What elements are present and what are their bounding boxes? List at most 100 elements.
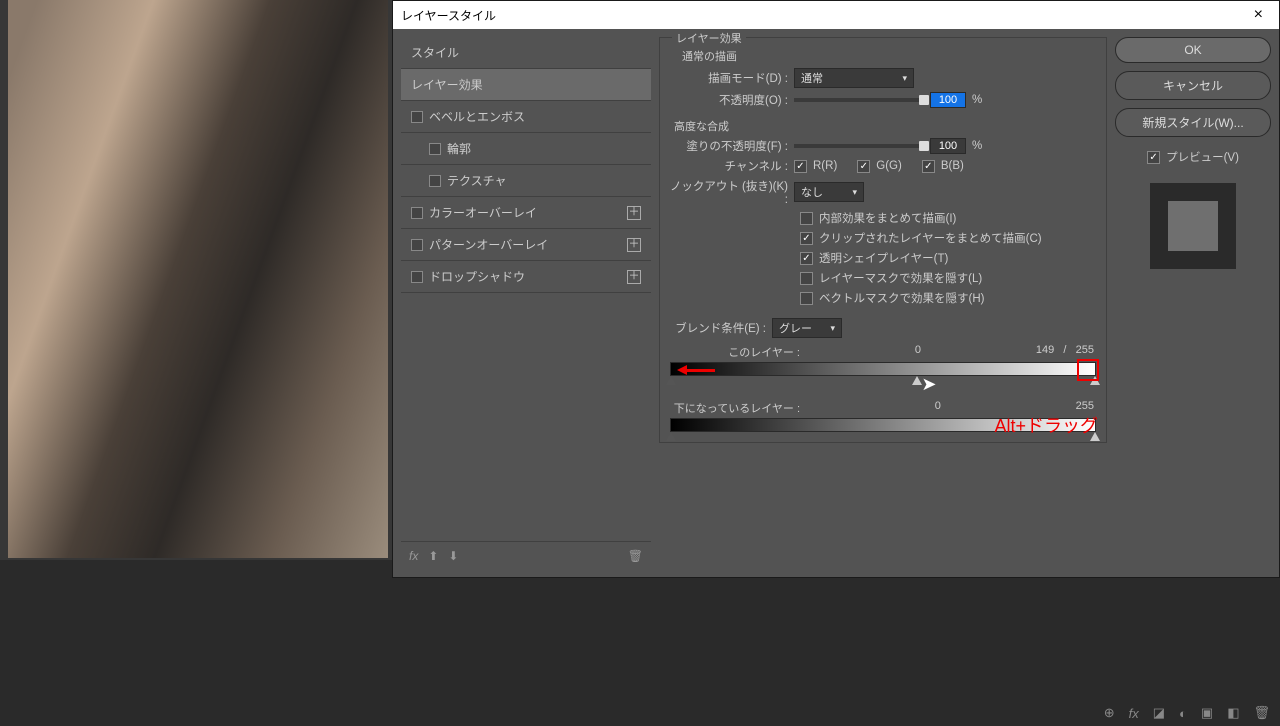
style-list-footer: fx ⬆ ⬇ 🗑 — [401, 541, 651, 569]
preview-swatch — [1150, 183, 1236, 269]
channel-g-checkbox[interactable] — [857, 160, 870, 173]
group-icon[interactable]: ▣ — [1201, 705, 1213, 721]
layer-style-dialog: レイヤースタイル × スタイル レイヤー効果 ベベルとエンボス 輪郭 テクスチャ… — [392, 0, 1280, 578]
trash-icon[interactable]: 🗑 — [1253, 705, 1270, 721]
styles-header[interactable]: スタイル — [401, 37, 651, 69]
main-panel: レイヤー効果 通常の描画 描画モード(D) : 通常 ▾ 不透明度(O) : %… — [659, 37, 1107, 569]
drop-shadow-checkbox[interactable] — [411, 271, 423, 283]
blending-options-label: レイヤー効果 — [411, 76, 483, 93]
texture-item[interactable]: テクスチャ — [401, 165, 651, 197]
opacity-label: 不透明度(O) : — [670, 92, 788, 108]
texture-label: テクスチャ — [447, 172, 507, 189]
new-style-button[interactable]: 新規スタイル(W)... — [1115, 108, 1271, 137]
layer-mask-hides-checkbox[interactable] — [800, 272, 813, 285]
move-down-icon[interactable]: ⬇ — [448, 549, 458, 563]
dialog-titlebar: レイヤースタイル × — [393, 1, 1279, 29]
blend-interior-label: 内部効果をまとめて描画(I) — [819, 210, 956, 226]
color-overlay-item[interactable]: カラーオーバーレイ ＋ — [401, 197, 651, 229]
vector-mask-hides-checkbox[interactable] — [800, 292, 813, 305]
opacity-slider[interactable] — [794, 98, 924, 102]
this-layer-blend: このレイヤー : 0 149 / 255 ➤ — [670, 344, 1096, 394]
close-icon[interactable]: × — [1246, 6, 1271, 24]
preview-checkbox[interactable] — [1147, 151, 1160, 164]
pattern-overlay-label: パターンオーバーレイ — [429, 236, 548, 253]
document-image — [8, 0, 388, 558]
layers-panel-footer: ⊕ fx ◪ ◐ ▣ ◧ 🗑 — [960, 700, 1280, 726]
general-blending-title: レイヤー効果 — [672, 30, 746, 46]
knockout-value: なし — [801, 184, 823, 200]
knockout-select[interactable]: なし ▾ — [794, 182, 864, 202]
fx-icon[interactable]: fx — [1129, 706, 1139, 721]
texture-checkbox[interactable] — [429, 175, 441, 187]
dialog-button-column: OK キャンセル 新規スタイル(W)... プレビュー(V) — [1115, 37, 1271, 569]
color-overlay-label: カラーオーバーレイ — [429, 204, 537, 221]
channels-label: チャンネル : — [670, 158, 788, 174]
drop-shadow-item[interactable]: ドロップシャドウ ＋ — [401, 261, 651, 293]
blend-mode-select[interactable]: 通常 ▾ — [794, 68, 914, 88]
add-drop-shadow-icon[interactable]: ＋ — [627, 270, 641, 284]
opacity-percent: % — [972, 94, 982, 106]
this-layer-gradient[interactable] — [670, 362, 1096, 376]
blend-clipped-checkbox[interactable] — [800, 232, 813, 245]
chevron-down-icon: ▾ — [852, 187, 857, 198]
link-icon[interactable]: ⊕ — [1104, 705, 1115, 721]
bevel-emboss-item[interactable]: ベベルとエンボス — [401, 101, 651, 133]
this-layer-split: 149 — [1036, 344, 1054, 356]
contour-label: 輪郭 — [447, 140, 471, 157]
blend-if-label: ブレンド条件(E) : — [670, 320, 766, 336]
color-overlay-checkbox[interactable] — [411, 207, 423, 219]
normal-blending-label: 通常の描画 — [682, 48, 1096, 64]
drop-shadow-label: ドロップシャドウ — [429, 268, 525, 285]
opacity-input[interactable] — [930, 92, 966, 108]
contour-item[interactable]: 輪郭 — [401, 133, 651, 165]
bevel-checkbox[interactable] — [411, 111, 423, 123]
underlying-black-handle[interactable] — [666, 432, 676, 441]
pattern-overlay-checkbox[interactable] — [411, 239, 423, 251]
general-blending-group: レイヤー効果 通常の描画 描画モード(D) : 通常 ▾ 不透明度(O) : %… — [659, 37, 1107, 443]
vector-mask-hides-label: ベクトルマスクで効果を隠す(H) — [819, 290, 984, 306]
blend-mode-label: 描画モード(D) : — [670, 70, 788, 86]
mask-icon[interactable]: ◪ — [1153, 705, 1165, 721]
blend-if-select[interactable]: グレー ▾ — [772, 318, 842, 338]
fill-opacity-label: 塗りの不透明度(F) : — [670, 138, 788, 154]
chevron-down-icon: ▾ — [902, 73, 907, 84]
blend-if-value: グレー — [779, 320, 812, 336]
bevel-label: ベベルとエンボス — [429, 108, 525, 125]
slash: / — [1063, 344, 1066, 356]
annotation-text: Alt+ドラッグ — [994, 412, 1098, 438]
new-layer-icon[interactable]: ◧ — [1227, 705, 1239, 721]
advanced-blending-title: 高度な合成 — [674, 118, 1096, 134]
fill-opacity-slider[interactable] — [794, 144, 924, 148]
blending-options-item[interactable]: レイヤー効果 — [401, 69, 651, 101]
channel-r-label: R(R) — [813, 160, 837, 172]
blend-clipped-label: クリップされたレイヤーをまとめて描画(C) — [819, 230, 1042, 246]
blend-interior-checkbox[interactable] — [800, 212, 813, 225]
cancel-button[interactable]: キャンセル — [1115, 71, 1271, 100]
channel-g-label: G(G) — [876, 160, 902, 172]
adjustment-icon[interactable]: ◐ — [1179, 706, 1187, 721]
channel-b-label: B(B) — [941, 160, 964, 172]
channel-b-checkbox[interactable] — [922, 160, 935, 173]
ok-button[interactable]: OK — [1115, 37, 1271, 63]
channel-r-checkbox[interactable] — [794, 160, 807, 173]
this-layer-label: このレイヤー : — [672, 344, 800, 360]
fx-icon[interactable]: fx — [409, 549, 418, 563]
underlying-label: 下になっているレイヤー : — [672, 400, 800, 416]
layer-mask-hides-label: レイヤーマスクで効果を隠す(L) — [819, 270, 982, 286]
fill-opacity-input[interactable] — [930, 138, 966, 154]
move-up-icon[interactable]: ⬆ — [428, 549, 438, 563]
styles-header-label: スタイル — [411, 44, 459, 61]
canvas-area — [0, 0, 400, 560]
add-color-overlay-icon[interactable]: ＋ — [627, 206, 641, 220]
chevron-down-icon: ▾ — [830, 323, 835, 334]
pattern-overlay-item[interactable]: パターンオーバーレイ ＋ — [401, 229, 651, 261]
this-layer-min: 0 — [915, 344, 921, 360]
cursor-icon: ➤ — [921, 374, 936, 395]
style-list: スタイル レイヤー効果 ベベルとエンボス 輪郭 テクスチャ カラーオーバーレイ ＋… — [401, 37, 651, 569]
underlying-min: 0 — [935, 400, 941, 416]
transparency-shapes-checkbox[interactable] — [800, 252, 813, 265]
this-layer-max: 255 — [1076, 344, 1094, 356]
add-pattern-overlay-icon[interactable]: ＋ — [627, 238, 641, 252]
trash-icon[interactable]: 🗑 — [628, 549, 643, 563]
contour-checkbox[interactable] — [429, 143, 441, 155]
